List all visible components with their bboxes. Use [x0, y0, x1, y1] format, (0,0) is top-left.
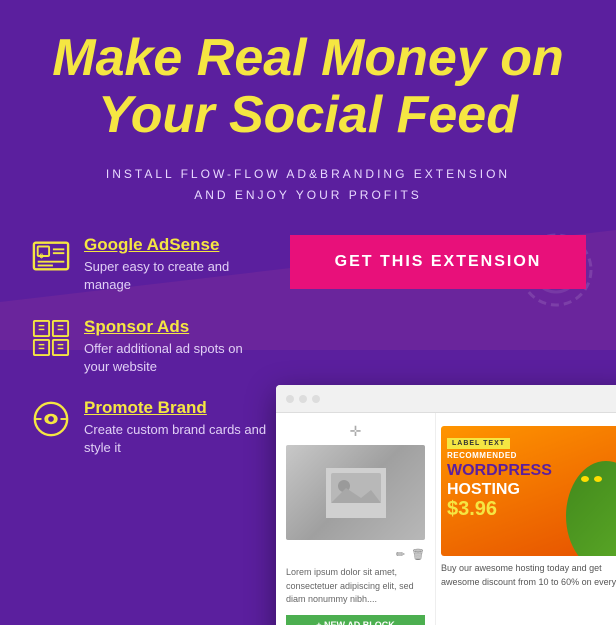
sponsor-icon — [30, 317, 72, 359]
sponsor-title: Sponsor Ads — [84, 317, 270, 337]
add-ad-block-button[interactable]: + NEW AD BLOCK — [286, 615, 425, 625]
sponsor-text: Sponsor Ads Offer additional ad spots on… — [84, 317, 270, 376]
brand-desc: Create custom brand cards and style it — [84, 421, 270, 457]
feature-promote-brand: Promote Brand Create custom brand cards … — [30, 398, 270, 457]
feature-google-adsense: $ Google AdSense Super easy to create an… — [30, 235, 270, 294]
feature-sponsor-ads: Sponsor Ads Offer additional ad spots on… — [30, 317, 270, 376]
adsense-text: Google AdSense Super easy to create and … — [84, 235, 270, 294]
svg-text:$: $ — [40, 253, 44, 260]
browser-right-description: Buy our awesome hosting today and get aw… — [441, 562, 616, 589]
page-container: Make Real Money on Your Social Feed INST… — [0, 0, 616, 625]
features-list: $ Google AdSense Super easy to create an… — [30, 235, 270, 479]
brand-title: Promote Brand — [84, 398, 270, 418]
adsense-icon: $ — [30, 235, 72, 277]
browser-lorem-text: Lorem ipsum dolor sit amet, consectetuer… — [286, 566, 425, 607]
brand-icon — [30, 398, 72, 440]
delete-icon[interactable]: 🗑 — [411, 548, 425, 561]
sponsor-desc: Offer additional ad spots on your websit… — [84, 340, 270, 376]
main-content: Make Real Money on Your Social Feed INST… — [0, 0, 616, 499]
adsense-desc: Super easy to create and manage — [84, 258, 270, 294]
edit-icon[interactable]: ✏ — [396, 548, 405, 561]
get-extension-button[interactable]: GET THIS EXTENSION — [290, 235, 586, 289]
hero-subtitle: INSTALL FLOW-FLOW AD&BRANDING EXTENSION … — [30, 164, 586, 205]
brand-text: Promote Brand Create custom brand cards … — [84, 398, 270, 457]
features-cta-row: $ Google AdSense Super easy to create an… — [30, 235, 586, 479]
cta-area: GET THIS EXTENSION — [290, 235, 586, 289]
hero-title: Make Real Money on Your Social Feed — [30, 30, 586, 144]
adsense-title: Google AdSense — [84, 235, 270, 255]
